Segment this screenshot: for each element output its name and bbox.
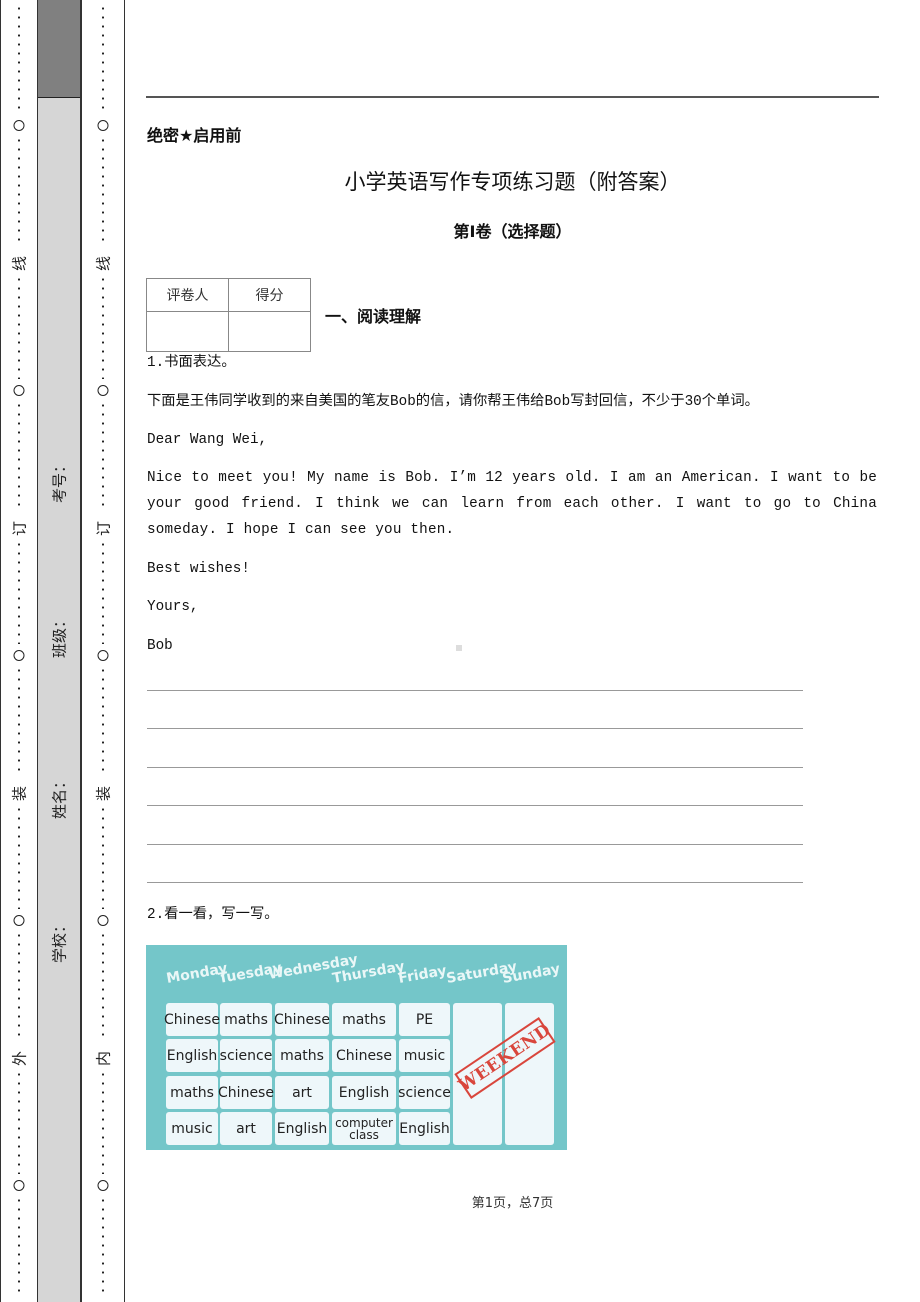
timetable-cell: maths [275, 1039, 329, 1072]
school-label: 学校： [50, 917, 69, 964]
binding-strip-inner: 线订装内 [81, 0, 125, 1302]
score-header: 得分 [228, 278, 311, 312]
cut-line-dots [102, 401, 104, 512]
confidential-label: 绝密★启用前 [147, 126, 242, 145]
cut-line-dots [102, 4, 104, 114]
cut-line-dots [18, 1196, 20, 1298]
cut-line-dots [102, 1196, 104, 1298]
question-2-title: 2.看一看，写一写。 [147, 907, 279, 923]
name-label: 姓名： [50, 773, 69, 820]
cut-circle-icon [97, 385, 109, 396]
volume-title: 第I卷（选择题） [453, 222, 572, 241]
cut-circle-icon [13, 650, 25, 661]
answer-line[interactable] [147, 766, 803, 768]
cut-line-dots [102, 540, 104, 644]
inner-cut-mark: 内 [92, 1048, 114, 1069]
cut-circle-icon [97, 1180, 109, 1191]
answer-line[interactable] [147, 728, 803, 730]
cut-circle-icon [13, 120, 25, 131]
timetable-image: WEEKEND Monday Tuesday Wednesday Thursday Fr… [146, 945, 567, 1150]
cut-circle-icon [13, 915, 25, 926]
inner-cut-mark: 订 [92, 518, 114, 539]
letter-body: Nice to meet you! My name is Bob. I’m 12… [147, 470, 877, 538]
timetable-cell: music [399, 1039, 450, 1072]
binding-strip-outer: 线订装外 [0, 0, 38, 1302]
letter-closing-wishes: Best wishes! [147, 561, 250, 577]
timetable-cell: science [220, 1039, 272, 1072]
grader-header: 评卷人 [146, 278, 229, 312]
question-1-instruction: 下面是王伟同学收到的来自美国的笔友Bob的信，请你帮王伟给Bob写封回信，不少于… [147, 394, 759, 410]
timetable-day-friday: Friday [397, 962, 448, 987]
timetable-cell: Chinese [218, 1076, 274, 1109]
class-label: 班级： [50, 612, 69, 659]
cut-line-dots [102, 666, 104, 777]
answer-line[interactable] [147, 843, 803, 845]
cut-line-dots [102, 805, 104, 909]
letter-signature: Bob [147, 638, 173, 654]
timetable-cell: English [399, 1112, 450, 1145]
anchor-marker [456, 645, 462, 651]
timetable-cell: science [398, 1076, 451, 1109]
cut-line-dots [18, 1070, 20, 1174]
cut-circle-icon [13, 385, 25, 396]
grader-cell[interactable] [146, 311, 229, 352]
outer-cut-mark: 装 [8, 783, 30, 804]
cut-line-dots [18, 4, 20, 114]
timetable-cell: PE [399, 1003, 450, 1036]
answer-line[interactable] [147, 690, 803, 691]
answer-line[interactable] [147, 805, 803, 807]
page-number: 第1页，总7页 [471, 1196, 554, 1211]
timetable-cell: maths [166, 1076, 218, 1109]
timetable-cell: computer class [332, 1112, 396, 1145]
exam-number-label: 考号： [50, 457, 69, 504]
cut-line-dots [102, 931, 104, 1042]
timetable-cell: music [166, 1112, 218, 1145]
page-title: 小学英语写作专项练习题（附答案） [344, 170, 681, 194]
cut-line-dots [18, 136, 20, 247]
cut-circle-icon [97, 650, 109, 661]
cut-circle-icon [97, 120, 109, 131]
timetable-cell: Chinese [274, 1003, 330, 1036]
timetable-cell: English [275, 1112, 329, 1145]
student-info-strip: 考号： 班级： 姓名： 学校： [38, 0, 81, 1302]
timetable-cell: English [332, 1076, 396, 1109]
cut-line-dots [18, 805, 20, 909]
cut-line-dots [18, 666, 20, 777]
cut-line-dots [18, 540, 20, 644]
cut-line-dots [102, 1070, 104, 1174]
timetable-cell: maths [332, 1003, 396, 1036]
header-rule [146, 96, 879, 98]
timetable-cell: maths [220, 1003, 272, 1036]
timetable-cell: Chinese [164, 1003, 220, 1036]
timetable-cell: art [220, 1112, 272, 1145]
timetable-cell: art [275, 1076, 329, 1109]
letter-closing-yours: Yours, [147, 599, 199, 615]
timetable-cell: English [166, 1039, 218, 1072]
cut-line-dots [18, 275, 20, 379]
cut-circle-icon [13, 1180, 25, 1191]
section-heading: 一、阅读理解 [325, 307, 422, 326]
question-1-title: 1.书面表达。 [147, 355, 236, 371]
answer-line[interactable] [147, 882, 803, 883]
cut-line-dots [18, 401, 20, 512]
grader-score-table: 评卷人 得分 [146, 278, 311, 352]
letter-greeting: Dear Wang Wei, [147, 432, 268, 448]
score-cell[interactable] [228, 311, 311, 352]
cut-line-dots [18, 931, 20, 1042]
student-info-strip-header [38, 0, 80, 98]
cut-circle-icon [97, 915, 109, 926]
cut-line-dots [102, 136, 104, 247]
outer-cut-mark: 订 [8, 518, 30, 539]
outer-cut-mark: 线 [8, 253, 30, 274]
inner-cut-mark: 线 [92, 253, 114, 274]
inner-cut-mark: 装 [92, 783, 114, 804]
cut-line-dots [102, 275, 104, 379]
outer-cut-mark: 外 [8, 1048, 30, 1069]
timetable-cell: Chinese [332, 1039, 396, 1072]
